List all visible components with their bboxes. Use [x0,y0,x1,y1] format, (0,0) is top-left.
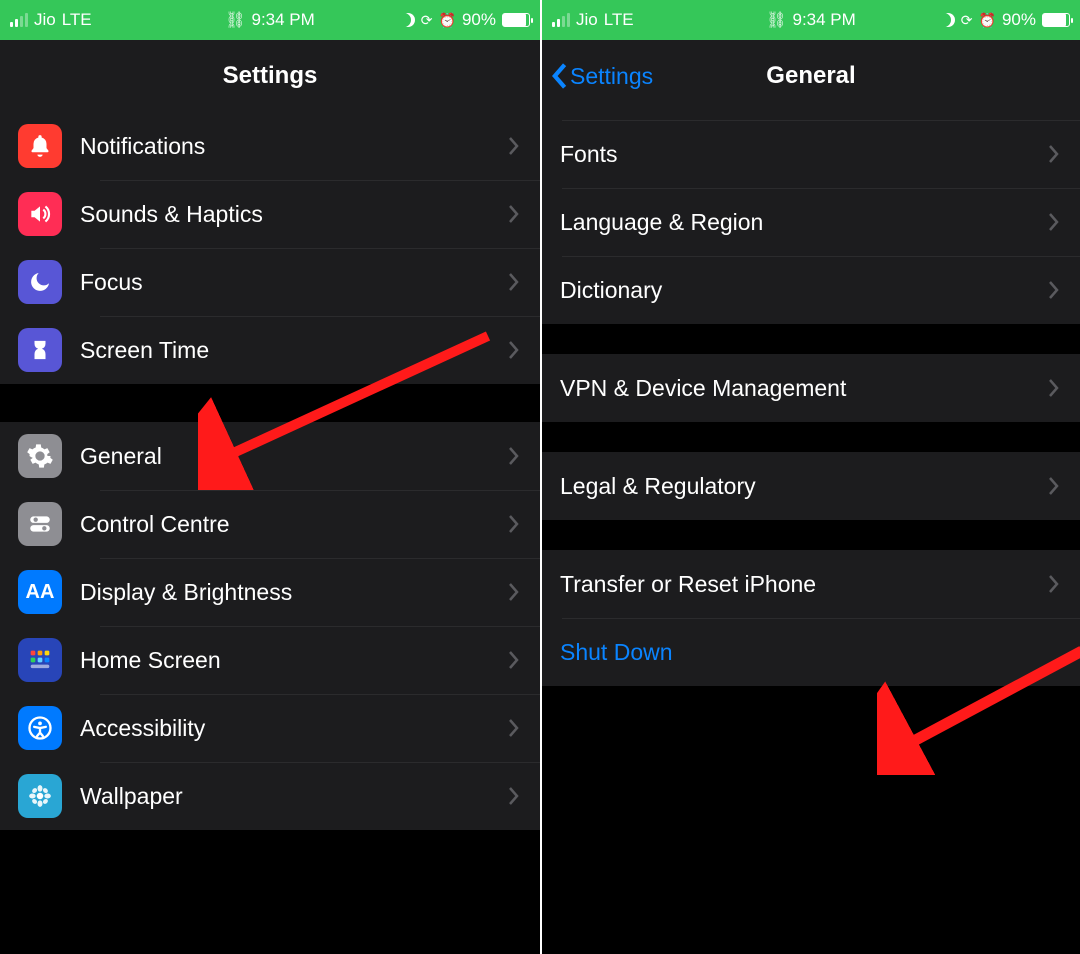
row-focus[interactable]: Focus [0,248,540,316]
chevron-right-icon [508,582,520,602]
chevron-right-icon [1048,280,1060,300]
row-label: General [80,443,508,470]
alarm-icon: ⏰ [979,12,996,29]
row-screentime[interactable]: Screen Time [0,316,540,384]
chevron-right-icon [508,446,520,466]
chevron-right-icon [1048,476,1060,496]
row-label: Wallpaper [80,783,508,810]
chevron-right-icon [508,136,520,156]
phone-right: Jio LTE ⛓ 9:34 PM ⟳ ⏰ 90% Settings Gener… [540,0,1080,954]
settings-group: General Control Centre AA Display & Brig… [0,422,540,830]
page-title: Settings [0,62,540,90]
battery-icon [1042,13,1070,27]
row-shutdown[interactable]: Shut Down [542,618,1080,686]
row-label: Screen Time [80,337,508,364]
phone-left: Jio LTE ⛓ 9:34 PM ⟳ ⏰ 90% Settings [0,0,540,954]
row-general[interactable]: General [0,422,540,490]
row-label: Language & Region [560,209,1048,236]
row-label: Shut Down [560,639,1060,666]
row-label: Display & Brightness [80,579,508,606]
gear-icon [18,434,62,478]
row-legal[interactable]: Legal & Regulatory [542,452,1080,520]
row-label: Sounds & Haptics [80,201,508,228]
row-vpn[interactable]: VPN & Device Management [542,354,1080,422]
hotspot-icon: ⛓ [766,10,786,30]
carrier-label: Jio [34,10,56,30]
row-label: Dictionary [560,277,1048,304]
general-list[interactable]: Fonts Language & Region Dictionary VPN &… [542,112,1080,954]
battery-pct: 90% [1002,10,1036,30]
row-label: Home Screen [80,647,508,674]
orientation-lock-icon: ⟳ [421,12,433,29]
row-accessibility[interactable]: Accessibility [0,694,540,762]
row-label: Legal & Regulatory [560,473,1048,500]
battery-icon [502,13,530,27]
row-transfer-reset[interactable]: Transfer or Reset iPhone [542,550,1080,618]
settings-list[interactable]: Notifications Sounds & Haptics Focus [0,112,540,954]
orientation-lock-icon: ⟳ [961,12,973,29]
row-homescreen[interactable]: Home Screen [0,626,540,694]
row-label: Fonts [560,141,1048,168]
back-button[interactable]: Settings [550,62,653,90]
back-label: Settings [570,63,653,90]
row-label: Accessibility [80,715,508,742]
row-controlcentre[interactable]: Control Centre [0,490,540,558]
hourglass-icon [18,328,62,372]
settings-group: Fonts Language & Region Dictionary [542,112,1080,324]
row-label: Focus [80,269,508,296]
chevron-right-icon [508,718,520,738]
chevron-right-icon [508,340,520,360]
chevron-right-icon [1048,574,1060,594]
network-label: LTE [62,10,92,30]
settings-group: VPN & Device Management [542,354,1080,422]
row-label: Transfer or Reset iPhone [560,571,1048,598]
row-dictionary[interactable]: Dictionary [542,256,1080,324]
navbar: Settings [0,40,540,112]
network-label: LTE [604,10,634,30]
moon-icon [18,260,62,304]
row-sounds[interactable]: Sounds & Haptics [0,180,540,248]
chevron-right-icon [508,786,520,806]
settings-group: Legal & Regulatory [542,452,1080,520]
battery-pct: 90% [462,10,496,30]
text-size-icon: AA [18,570,62,614]
row-wallpaper[interactable]: Wallpaper [0,762,540,830]
alarm-icon: ⏰ [439,12,456,29]
settings-group: Notifications Sounds & Haptics Focus [0,112,540,384]
settings-group: Transfer or Reset iPhone Shut Down [542,550,1080,686]
row-label: Control Centre [80,511,508,538]
dnd-icon [401,13,415,27]
row-display[interactable]: AA Display & Brightness [0,558,540,626]
toggles-icon [18,502,62,546]
chevron-right-icon [508,650,520,670]
row-fonts[interactable]: Fonts [542,120,1080,188]
chevron-right-icon [508,514,520,534]
speaker-icon [18,192,62,236]
carrier-label: Jio [576,10,598,30]
status-time: 9:34 PM [252,10,315,30]
flower-icon [18,774,62,818]
accessibility-icon [18,706,62,750]
bell-icon [18,124,62,168]
signal-icon [10,13,28,27]
chevron-right-icon [1048,212,1060,232]
dnd-icon [941,13,955,27]
row-label: VPN & Device Management [560,375,1048,402]
signal-icon [552,13,570,27]
row-langregion[interactable]: Language & Region [542,188,1080,256]
hotspot-icon: ⛓ [225,10,245,30]
row-hidden-top[interactable] [542,112,1080,120]
status-time: 9:34 PM [793,10,856,30]
app-grid-icon [18,638,62,682]
chevron-right-icon [1048,144,1060,164]
chevron-right-icon [508,272,520,292]
row-notifications[interactable]: Notifications [0,112,540,180]
chevron-right-icon [508,204,520,224]
navbar: Settings General [542,40,1080,112]
status-bar: Jio LTE ⛓ 9:34 PM ⟳ ⏰ 90% [542,0,1080,40]
status-bar: Jio LTE ⛓ 9:34 PM ⟳ ⏰ 90% [0,0,540,40]
chevron-right-icon [1048,378,1060,398]
row-label: Notifications [80,133,508,160]
